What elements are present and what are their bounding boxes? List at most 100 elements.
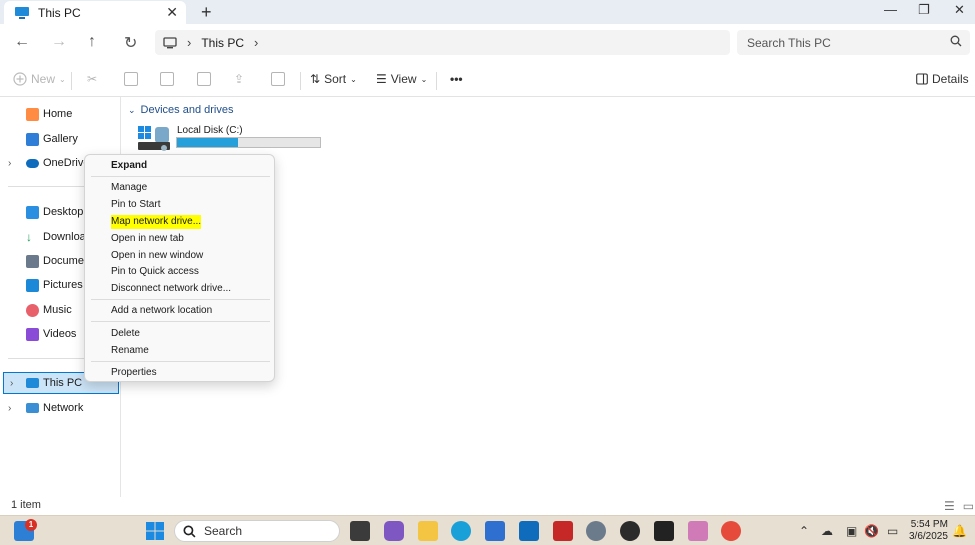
- search-icon[interactable]: [950, 35, 962, 47]
- details-label: Details: [932, 72, 969, 86]
- menu-item-pin-to-start[interactable]: Pin to Start: [111, 198, 160, 212]
- tiles-view-icon[interactable]: ▭: [963, 499, 974, 513]
- store-icon[interactable]: [485, 521, 505, 541]
- cloud-icon: [26, 158, 39, 168]
- taskbar-search[interactable]: Search: [174, 520, 340, 542]
- minimize-button[interactable]: —: [884, 2, 897, 17]
- copilot-icon[interactable]: [384, 521, 404, 541]
- menu-item-open-in-new-window[interactable]: Open in new window: [111, 249, 203, 263]
- drive-name: Local Disk (C:): [177, 125, 243, 136]
- chevron-down-icon: ⌄: [350, 74, 357, 84]
- settings-icon[interactable]: [586, 521, 606, 541]
- github-icon[interactable]: [620, 521, 640, 541]
- snipping-tool-icon[interactable]: [688, 521, 708, 541]
- address-bar[interactable]: › This PC ›: [155, 30, 730, 55]
- toolbar-divider: [71, 72, 72, 90]
- delete-icon[interactable]: [271, 72, 285, 86]
- view-switcher: ☰ ▭: [944, 499, 974, 513]
- new-tab-button[interactable]: +: [201, 2, 212, 23]
- sidebar-item-label: Home: [43, 108, 73, 120]
- search-icon: [183, 524, 196, 537]
- expand-chevron-icon[interactable]: ›: [10, 378, 13, 389]
- restore-button[interactable]: ❐: [918, 2, 930, 18]
- details-view-icon[interactable]: ☰: [944, 499, 955, 513]
- tab-this-pc[interactable]: This PC ✕: [4, 1, 186, 24]
- monitor-icon: [163, 36, 177, 48]
- menu-separator: [91, 176, 270, 177]
- drive-local-disk-c[interactable]: Local Disk (C:): [137, 123, 327, 153]
- menu-item-map-network-drive[interactable]: Map network drive...: [111, 215, 202, 229]
- clock[interactable]: 5:54 PM 3/6/2025: [909, 519, 948, 543]
- sort-button[interactable]: ⇅ Sort ⌄: [310, 72, 357, 86]
- terminal-icon[interactable]: [654, 521, 674, 541]
- search-box[interactable]: Search This PC: [737, 30, 970, 55]
- refresh-button[interactable]: ↻: [124, 33, 137, 53]
- paste-icon[interactable]: [160, 72, 174, 86]
- clock-time: 5:54 PM: [910, 519, 948, 530]
- filezilla-icon[interactable]: [553, 521, 573, 541]
- sidebar-item-home[interactable]: Home: [0, 103, 120, 125]
- forward-button[interactable]: →: [51, 33, 67, 51]
- search-placeholder: Search This PC: [747, 35, 831, 50]
- menu-item-expand[interactable]: Expand: [111, 159, 147, 173]
- edge-icon[interactable]: [451, 521, 471, 541]
- copy-icon[interactable]: [124, 72, 138, 86]
- sidebar-item-network[interactable]: › Network: [0, 397, 120, 419]
- home-icon: [26, 107, 39, 121]
- download-icon: ↓: [26, 229, 32, 244]
- breadcrumb-chevron-icon[interactable]: ›: [254, 35, 258, 50]
- file-explorer-icon[interactable]: [418, 521, 438, 541]
- menu-item-pin-to-quick-access[interactable]: Pin to Quick access: [111, 265, 199, 279]
- title-bar: This PC ✕ + — ❐ ✕: [0, 0, 975, 24]
- menu-item-open-in-new-tab[interactable]: Open in new tab: [111, 232, 184, 246]
- start-icon[interactable]: [145, 521, 165, 541]
- notifications-icon[interactable]: 🔔: [952, 524, 967, 538]
- more-options-button[interactable]: •••: [450, 72, 463, 86]
- volume-mute-icon[interactable]: 🔇: [864, 524, 879, 538]
- menu-item-add-network-location[interactable]: Add a network location: [111, 304, 212, 318]
- collapse-chevron-icon[interactable]: ⌄: [128, 105, 136, 116]
- close-tab-icon[interactable]: ✕: [166, 4, 178, 21]
- breadcrumb-this-pc[interactable]: This PC: [201, 36, 244, 50]
- expand-chevron-icon[interactable]: ›: [8, 158, 11, 169]
- sidebar-item-label: This PC: [43, 377, 83, 389]
- view-button[interactable]: ☰ View ⌄: [376, 72, 427, 86]
- outlook-icon[interactable]: [519, 521, 539, 541]
- rename-icon[interactable]: [197, 72, 211, 86]
- share-icon[interactable]: ⇪: [234, 72, 244, 86]
- sidebar-item-gallery[interactable]: Gallery: [0, 128, 120, 150]
- music-icon: [26, 303, 39, 317]
- taskbar-search-label: Search: [204, 524, 243, 538]
- expand-chevron-icon[interactable]: ›: [8, 403, 11, 414]
- sort-icon: ⇅: [310, 72, 321, 86]
- menu-item-rename[interactable]: Rename: [111, 344, 149, 358]
- devices-section-header[interactable]: ⌄ Devices and drives: [128, 104, 233, 116]
- navigation-bar: ← → ↑ ↻ › This PC › Search This PC: [0, 24, 975, 61]
- details-button[interactable]: Details: [916, 72, 969, 86]
- sort-label: Sort: [324, 72, 347, 86]
- up-button[interactable]: ↑: [88, 33, 96, 51]
- cut-icon[interactable]: ✂: [87, 72, 97, 86]
- sidebar-item-label: Videos: [43, 328, 77, 340]
- menu-item-delete[interactable]: Delete: [111, 327, 140, 341]
- sidebar-item-label: Network: [43, 402, 84, 414]
- menu-item-manage[interactable]: Manage: [111, 181, 147, 195]
- cloud-sync-icon[interactable]: ☁: [821, 524, 833, 538]
- view-icon: ☰: [376, 72, 387, 86]
- chevron-down-icon: ⌄: [420, 74, 428, 84]
- menu-item-disconnect-network-drive[interactable]: Disconnect network drive...: [111, 282, 231, 296]
- task-view-icon[interactable]: [350, 521, 370, 541]
- display-icon[interactable]: ▣: [846, 524, 857, 538]
- new-button[interactable]: New ⌄: [13, 72, 66, 86]
- show-hidden-icons-chevron-icon[interactable]: ⌃: [799, 524, 809, 538]
- battery-icon[interactable]: ▭: [887, 524, 898, 538]
- close-window-button[interactable]: ✕: [954, 2, 965, 18]
- menu-item-properties[interactable]: Properties: [111, 366, 157, 380]
- new-label: New: [31, 72, 56, 86]
- plus-circle-icon: [13, 72, 27, 86]
- breadcrumb-chevron-icon[interactable]: ›: [187, 35, 191, 50]
- command-bar: New ⌄ ✂ ⇪ ⇅ Sort ⌄ ☰ View ⌄ ••• Details: [0, 63, 975, 97]
- chevron-down-icon: ⌄: [59, 74, 66, 84]
- back-button[interactable]: ←: [14, 33, 30, 51]
- chrome-icon[interactable]: [721, 521, 741, 541]
